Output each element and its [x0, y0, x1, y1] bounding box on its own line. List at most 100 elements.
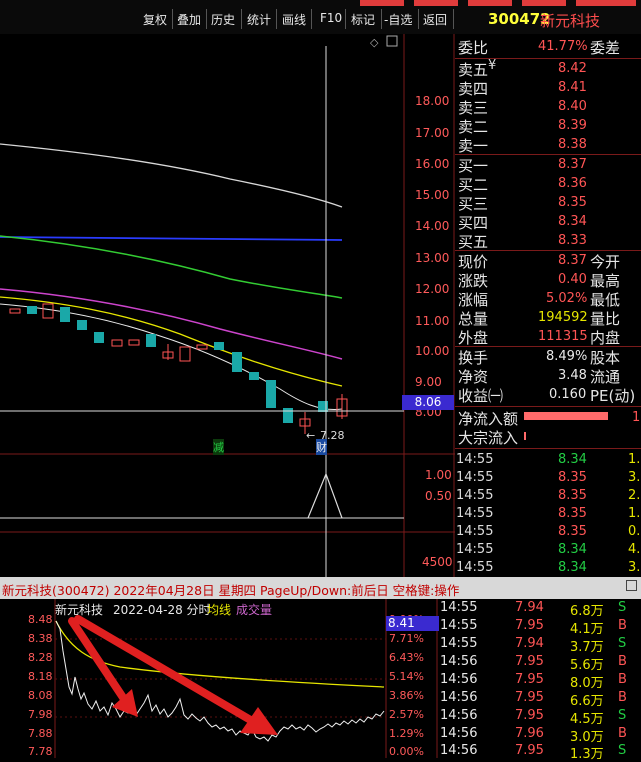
ask5-label: 卖五 [458, 61, 489, 79]
flow-value: 1 [632, 410, 641, 425]
tab-hangqing[interactable] [414, 0, 458, 6]
history-button[interactable]: 历史 [211, 11, 235, 28]
draw-button[interactable]: 画线 [282, 11, 306, 28]
tick-bs: B [618, 618, 627, 633]
y-tick-left: 7.98 [28, 708, 53, 721]
stat-label2: 内盘 [590, 329, 621, 347]
minute-chart[interactable] [0, 599, 438, 758]
tick-vol: 4. [628, 542, 641, 557]
tick-bs: B [618, 654, 627, 669]
ask2-label: 卖二 [458, 118, 489, 136]
ask4-label: 卖四 [458, 80, 489, 98]
tab-zixun[interactable] [468, 0, 512, 6]
price-label: 11.00 [415, 314, 450, 328]
tick-time: 14:55 [456, 524, 494, 539]
finance-mark[interactable]: 财 [316, 439, 327, 455]
tick-vol: 2. [628, 488, 641, 503]
weicha-label: 委差 [590, 39, 621, 57]
price-label: 9.00 [415, 375, 442, 389]
lower-label: 4500 [422, 555, 453, 569]
kline-chart[interactable]: ◇ [0, 34, 455, 577]
y-tick-left: 8.18 [28, 670, 53, 683]
volume-label: 0.50 [425, 489, 452, 503]
tick-time: 14:56 [440, 690, 478, 705]
stat2-label: 净资 [458, 368, 489, 386]
annotation-arrows [68, 615, 278, 735]
tab-fuwu[interactable] [576, 0, 636, 6]
minute-panel-title: 新元科技(300472) 2022年04月28日 星期四 PageUp/Down… [2, 583, 460, 598]
low-annotation-arrow: ← [306, 429, 316, 442]
tick-bs: B [618, 726, 627, 741]
tick-bs: B [618, 672, 627, 687]
tick-bs: S [618, 600, 627, 615]
minute-legend-volume: 成交量 [236, 603, 273, 617]
tick-price: 7.94 [515, 600, 544, 615]
ask1-value[interactable]: 8.38 [558, 137, 587, 152]
tick-vol: 4.1万 [570, 622, 604, 637]
ask-mark: ¥ [488, 58, 497, 73]
stat-label2: 量比 [590, 310, 621, 328]
price-label: 18.00 [415, 94, 450, 108]
bid2-value[interactable]: 8.36 [558, 176, 587, 191]
stat-value: 0.40 [558, 272, 587, 287]
remove-watchlist-button[interactable]: -自选 [384, 11, 412, 28]
tick-price: 8.35 [558, 506, 587, 521]
tick-bs: S [618, 708, 627, 723]
tick-vol: 1.3万 [570, 747, 604, 762]
y-tick-left: 8.48 [28, 613, 53, 626]
f10-button[interactable]: F10 [320, 11, 342, 25]
y-tick-left: 7.78 [28, 745, 53, 758]
tick-vol: 0. [628, 524, 641, 539]
tick-price: 7.95 [515, 743, 544, 758]
stat2-value: 3.48 [558, 368, 587, 383]
stat2-label2: 股本 [590, 349, 621, 367]
price-label: 12.00 [415, 282, 450, 296]
stat2-label: 换手 [458, 349, 489, 367]
volume-label: 1.00 [425, 468, 452, 482]
bid1-label: 买一 [458, 157, 489, 175]
tick-time: 14:55 [456, 506, 494, 521]
ask4-value[interactable]: 8.41 [558, 80, 587, 95]
overlay-button[interactable]: 叠加 [177, 11, 201, 28]
stock-name: 新元科技 [540, 12, 601, 30]
stat-value: 194592 [538, 310, 588, 325]
mark-button[interactable]: 标记 [351, 11, 375, 28]
tab-jiaoyi[interactable] [522, 0, 566, 6]
tick-time: 14:56 [440, 654, 478, 669]
tick-time: 14:56 [440, 672, 478, 687]
y-tick-left: 8.08 [28, 689, 53, 702]
stats-button[interactable]: 统计 [247, 11, 271, 28]
ask2-value[interactable]: 8.39 [558, 118, 587, 133]
ma-line-white [0, 143, 343, 208]
price-label: 10.00 [415, 344, 450, 358]
bid1-value[interactable]: 8.37 [558, 157, 587, 172]
stat2-label2: 流通 [590, 368, 621, 386]
fuquan-button[interactable]: 复权 [143, 11, 167, 28]
candlesticks [9, 303, 348, 434]
back-button[interactable]: 返回 [423, 11, 447, 28]
bid5-value[interactable]: 8.33 [558, 233, 587, 248]
tick-vol: 1. [628, 506, 641, 521]
tick-price: 8.34 [558, 560, 587, 575]
bid4-value[interactable]: 8.34 [558, 214, 587, 229]
stat-value: 5.02% [546, 291, 588, 306]
tick-price: 8.34 [558, 452, 587, 467]
ask1-label: 卖一 [458, 137, 489, 155]
ask3-value[interactable]: 8.40 [558, 99, 587, 114]
y-tick-right: 1.29% [389, 727, 424, 740]
tick-time: 14:55 [456, 452, 494, 467]
tick-bs: S [618, 636, 627, 651]
flow-label: 大宗流入 [458, 429, 519, 447]
ask5-value[interactable]: 8.42 [558, 61, 587, 76]
tab-shandian[interactable] [360, 0, 404, 6]
bid3-value[interactable]: 8.35 [558, 195, 587, 210]
tick-vol: 6.6万 [570, 694, 604, 709]
maximize-icon[interactable] [626, 580, 637, 591]
stat-label: 现价 [458, 253, 489, 271]
tick-time: 14:55 [456, 560, 494, 575]
y-tick-right: 0.00% [389, 745, 424, 758]
tick-price: 7.94 [515, 636, 544, 651]
y-tick-left: 8.28 [28, 651, 53, 664]
reduce-mark[interactable]: 减 [213, 439, 224, 455]
minute-price-tag: 8.41 [386, 616, 439, 631]
